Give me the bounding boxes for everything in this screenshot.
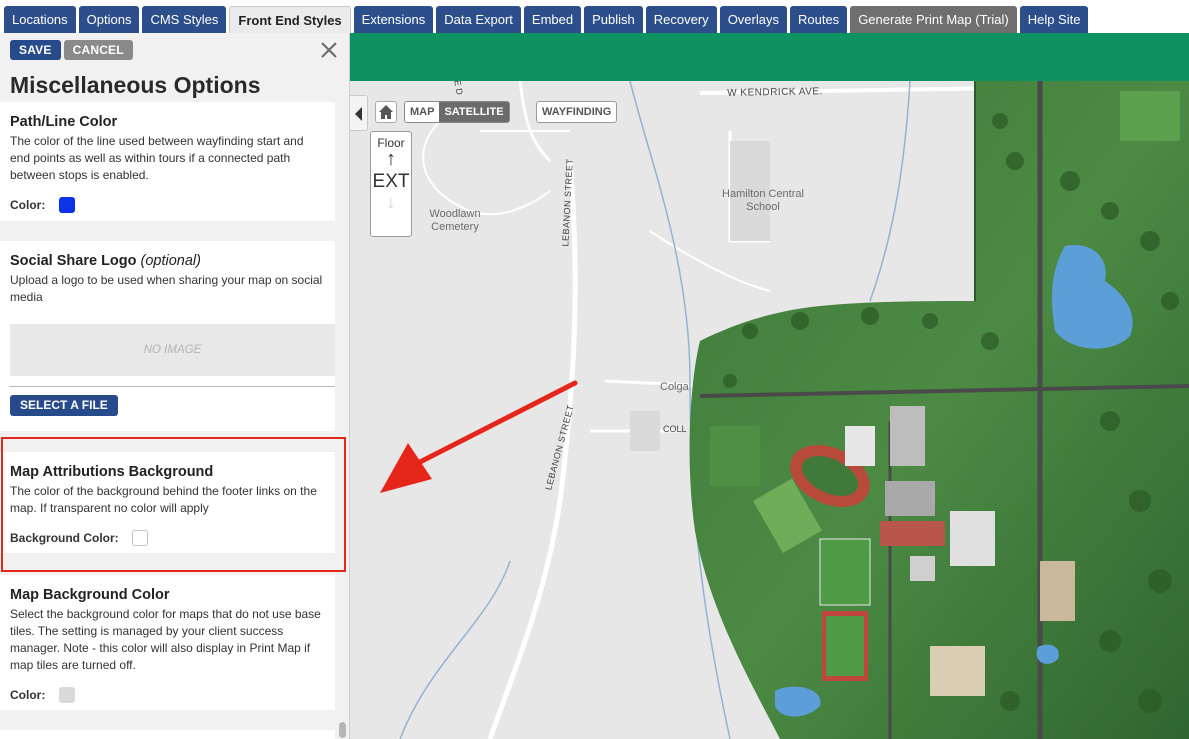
- satellite-mode-button[interactable]: SATELLITE: [439, 102, 509, 122]
- street-label: E D: [452, 81, 465, 96]
- floor-down-icon[interactable]: ↓: [371, 193, 411, 211]
- settings-panel: SAVE CANCEL Miscellaneous Options Path/L…: [0, 33, 350, 739]
- map-background-color-swatch[interactable]: [59, 687, 76, 703]
- path-line-color-heading: Path/Line Color: [10, 114, 118, 130]
- path-color-label: Color:: [10, 198, 46, 212]
- map-background-color-section: Map Background Color Select the backgrou…: [0, 575, 335, 710]
- path-color-field: Color:: [10, 197, 325, 213]
- floor-up-icon[interactable]: ↑: [371, 149, 411, 169]
- place-label: Colga: [660, 381, 689, 393]
- save-button[interactable]: SAVE: [10, 40, 61, 60]
- next-section: [0, 730, 335, 739]
- map-background-heading: Map Background Color: [10, 587, 170, 603]
- home-icon: [379, 105, 393, 119]
- tab-recovery[interactable]: Recovery: [645, 6, 717, 33]
- panel-scrollbar[interactable]: [339, 722, 346, 738]
- place-label: Woodlawn Cemetery: [429, 208, 481, 233]
- map-type-toggle: MAP SATELLITE: [404, 101, 510, 123]
- path-color-swatch[interactable]: [59, 197, 76, 213]
- tab-cms-styles[interactable]: CMS Styles: [142, 6, 227, 33]
- tab-data-export[interactable]: Data Export: [436, 6, 521, 33]
- tab-help-site[interactable]: Help Site: [1019, 6, 1089, 33]
- attributions-description: The color of the background behind the f…: [10, 484, 317, 515]
- tab-locations[interactable]: Locations: [4, 6, 76, 33]
- path-line-color-description: The color of the line used between wayfi…: [10, 134, 304, 182]
- map-attributions-background-section: Map Attributions Background The color of…: [0, 452, 335, 553]
- attributions-color-field: Background Color:: [10, 530, 325, 546]
- tab-embed[interactable]: Embed: [523, 6, 582, 33]
- tab-extensions[interactable]: Extensions: [353, 6, 434, 33]
- wayfinding-button[interactable]: WAYFINDING: [536, 101, 618, 123]
- floor-selector: Floor ↑ EXT ↓: [370, 131, 412, 237]
- place-label: Hamilton Central School: [722, 188, 804, 213]
- tab-generate-print-map[interactable]: Generate Print Map (Trial): [850, 6, 1017, 33]
- tab-front-end-styles[interactable]: Front End Styles: [229, 6, 351, 33]
- attributions-color-label: Background Color:: [10, 531, 119, 545]
- divider: [10, 386, 335, 387]
- tab-publish[interactable]: Publish: [584, 6, 643, 33]
- page-title: Miscellaneous Options: [10, 72, 261, 98]
- map-header-bar: [350, 33, 1189, 81]
- street-label: W KENDRICK AVE.: [727, 86, 823, 99]
- tab-routes[interactable]: Routes: [789, 6, 848, 33]
- tab-options[interactable]: Options: [78, 6, 140, 33]
- cancel-button[interactable]: CANCEL: [63, 40, 133, 60]
- logo-preview-placeholder: NO IMAGE: [10, 324, 335, 376]
- panel-toolbar: SAVE CANCEL: [0, 33, 349, 66]
- floor-level: EXT: [372, 171, 410, 192]
- social-share-logo-heading: Social Share Logo (optional): [10, 253, 201, 269]
- chevron-left-icon: [355, 107, 362, 121]
- social-share-logo-description: Upload a logo to be used when sharing yo…: [10, 273, 323, 304]
- close-icon[interactable]: [318, 39, 340, 61]
- map-background-description: Select the background color for maps tha…: [10, 607, 321, 672]
- street-label: COLL: [663, 424, 687, 434]
- tab-overlays[interactable]: Overlays: [719, 6, 787, 33]
- attributions-color-swatch[interactable]: [131, 530, 148, 546]
- map-background-color-field: Color:: [10, 687, 325, 703]
- map-mode-button[interactable]: MAP: [405, 102, 440, 122]
- top-tab-bar: Locations Options CMS Styles Front End S…: [0, 0, 1189, 34]
- attributions-heading: Map Attributions Background: [10, 464, 214, 480]
- annotation-arrow-icon: [380, 380, 578, 493]
- map-background-color-label: Color:: [10, 688, 46, 702]
- collapse-panel-button[interactable]: [350, 95, 368, 131]
- path-line-color-section: Path/Line Color The color of the line us…: [0, 102, 335, 221]
- home-button[interactable]: [375, 101, 397, 123]
- select-file-button[interactable]: SELECT A FILE: [10, 395, 118, 416]
